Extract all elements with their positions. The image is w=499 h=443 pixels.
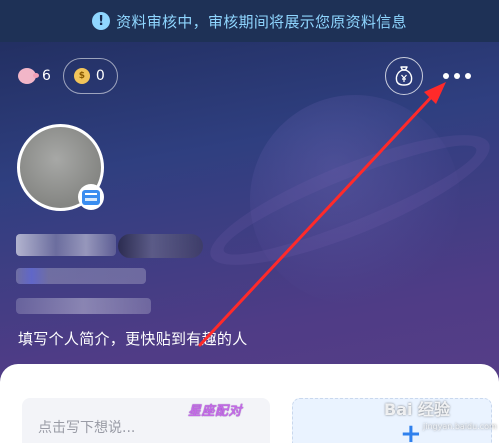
review-banner: ! 资料审核中，审核期间将展示您原资料信息: [0, 0, 499, 42]
watermark: Bai 经验: [384, 400, 451, 419]
likes-count: 6: [42, 68, 51, 84]
coins-count: 0: [95, 68, 105, 84]
blurred-info-line: [16, 298, 151, 314]
post-placeholder: 点击写下想说...: [38, 420, 136, 436]
avatar-badge[interactable]: [78, 184, 104, 210]
info-icon: !: [92, 12, 111, 30]
star-pairing-tag[interactable]: 星座配对: [188, 400, 242, 419]
coins-stat[interactable]: $ 0: [62, 58, 118, 94]
plus-icon: +: [400, 419, 422, 443]
more-dots-icon: [443, 73, 449, 79]
watermark-url: jingyan.baidu.com: [423, 422, 497, 431]
review-banner-text: 资料审核中，审核期间将展示您原资料信息: [116, 12, 407, 31]
card-badge-icon: [82, 189, 100, 205]
blurred-nickname: [16, 234, 116, 256]
bio-prompt[interactable]: 填写个人简介，更快贴到有趣的人: [18, 328, 248, 349]
likes-stat[interactable]: 6: [18, 68, 51, 84]
pig-icon: [18, 68, 39, 84]
more-dots-icon: [454, 73, 460, 79]
more-button[interactable]: [437, 60, 477, 92]
profile-screen: ! 资料审核中，审核期间将展示您原资料信息 6 $ 0 填写个人简介，更快贴到有…: [0, 0, 499, 443]
wallet-button[interactable]: [385, 57, 423, 95]
blurred-info-line: [16, 268, 146, 284]
stats-row: 6 $ 0: [18, 58, 118, 94]
coin-icon: $: [73, 68, 90, 84]
more-dots-icon: [465, 73, 471, 79]
blurred-tag: [118, 234, 203, 258]
money-bag-yen-icon: [395, 66, 413, 86]
